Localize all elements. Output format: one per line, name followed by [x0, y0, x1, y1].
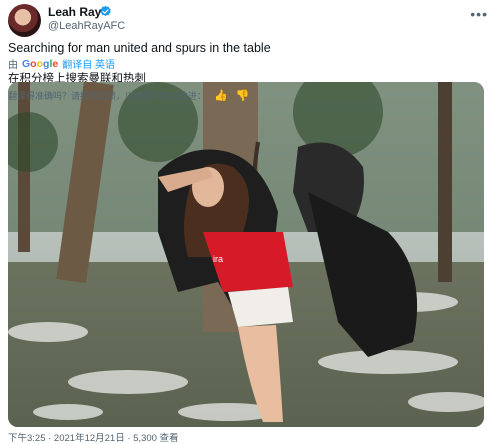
- verified-badge-icon: [100, 5, 111, 17]
- tweet-photo[interactable]: ira: [8, 82, 484, 427]
- feedback-prompt: 翻译得准确吗？请提供反馈，以便我们加以改进：: [8, 91, 207, 101]
- tweet-timestamp[interactable]: 下午3:25 · 2021年12月21日 · 5,300 查看: [8, 430, 179, 444]
- tweet-text: Searching for man united and spurs in th…: [8, 41, 271, 55]
- svg-text:ira: ira: [213, 254, 223, 264]
- translation-attribution: 由 Google 翻译自 英语: [8, 56, 115, 72]
- photo-scene: ira: [8, 82, 484, 427]
- translated-from-link[interactable]: 翻译自 英语: [62, 56, 115, 71]
- translated-by-label: 由: [8, 60, 18, 71]
- translation-feedback: 翻译得准确吗？请提供反馈，以便我们加以改进： 👍 👎: [8, 89, 249, 102]
- user-handle[interactable]: @LeahRayAFC: [48, 20, 125, 32]
- user-name[interactable]: Leah Ray: [48, 5, 101, 19]
- google-logo: Google: [22, 57, 59, 70]
- tweet-card[interactable]: Leah Ray @LeahRayAFC ••• Searching for m…: [0, 0, 500, 444]
- thumbs-up-icon[interactable]: 👍: [214, 89, 228, 102]
- thumbs-down-icon[interactable]: 👎: [236, 89, 250, 102]
- avatar[interactable]: [8, 4, 41, 37]
- more-icon[interactable]: •••: [470, 6, 488, 22]
